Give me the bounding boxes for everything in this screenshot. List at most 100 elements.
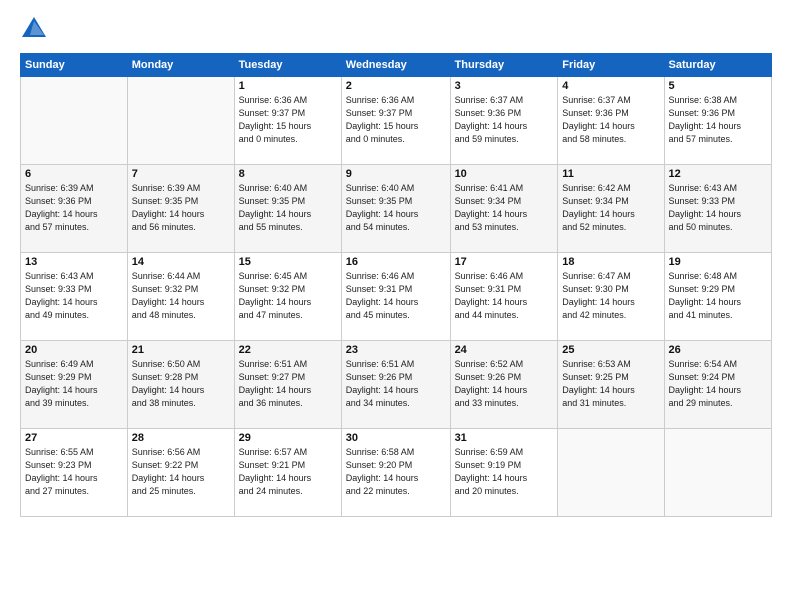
calendar-cell: 26 Sunrise: 6:54 AM Sunset: 9:24 PM Dayli… [664, 341, 771, 429]
calendar-cell: 21 Sunrise: 6:50 AM Sunset: 9:28 PM Dayli… [127, 341, 234, 429]
calendar-cell: 28 Sunrise: 6:56 AM Sunset: 9:22 PM Dayli… [127, 429, 234, 517]
calendar-cell: 8 Sunrise: 6:40 AM Sunset: 9:35 PM Daylig… [234, 165, 341, 253]
weekday-header-row: SundayMondayTuesdayWednesdayThursdayFrid… [21, 54, 772, 77]
day-number: 24 [455, 344, 554, 356]
day-info: Sunrise: 6:59 AM Sunset: 9:19 PM Dayligh… [455, 446, 554, 498]
day-info: Sunrise: 6:46 AM Sunset: 9:31 PM Dayligh… [346, 270, 446, 322]
calendar-cell: 30Sunrise: 6:58 AM Sunset: 9:20 PM Dayli… [341, 429, 450, 517]
day-info: Sunrise: 6:36 AM Sunset: 9:37 PM Dayligh… [239, 94, 337, 146]
day-number: 15 [239, 256, 337, 268]
calendar-week-row: 27 Sunrise: 6:55 AM Sunset: 9:23 PM Dayli… [21, 429, 772, 517]
day-number: 4 [562, 80, 659, 92]
calendar-cell: 1 Sunrise: 6:36 AM Sunset: 9:37 PM Daylig… [234, 77, 341, 165]
day-info: Sunrise: 6:45 AM Sunset: 9:32 PM Dayligh… [239, 270, 337, 322]
day-info: Sunrise: 6:36 AM Sunset: 9:37 PM Dayligh… [346, 94, 446, 146]
day-number: 14 [132, 256, 230, 268]
day-number: 6 [25, 168, 123, 180]
day-info: Sunrise: 6:54 AM Sunset: 9:24 PM Dayligh… [669, 358, 767, 410]
day-info: Sunrise: 6:48 AM Sunset: 9:29 PM Dayligh… [669, 270, 767, 322]
day-number: 31 [455, 432, 554, 444]
calendar-cell: 3Sunrise: 6:37 AM Sunset: 9:36 PM Daylig… [450, 77, 558, 165]
day-number: 26 [669, 344, 767, 356]
day-number: 29 [239, 432, 337, 444]
day-info: Sunrise: 6:39 AM Sunset: 9:36 PM Dayligh… [25, 182, 123, 234]
calendar-week-row: 1 Sunrise: 6:36 AM Sunset: 9:37 PM Daylig… [21, 77, 772, 165]
day-info: Sunrise: 6:43 AM Sunset: 9:33 PM Dayligh… [669, 182, 767, 234]
calendar-week-row: 13 Sunrise: 6:43 AM Sunset: 9:33 PM Dayli… [21, 253, 772, 341]
day-number: 16 [346, 256, 446, 268]
calendar-cell: 17Sunrise: 6:46 AM Sunset: 9:31 PM Dayli… [450, 253, 558, 341]
day-info: Sunrise: 6:51 AM Sunset: 9:26 PM Dayligh… [346, 358, 446, 410]
calendar-cell: 23 Sunrise: 6:51 AM Sunset: 9:26 PM Dayli… [341, 341, 450, 429]
day-info: Sunrise: 6:56 AM Sunset: 9:22 PM Dayligh… [132, 446, 230, 498]
logo-icon [20, 15, 48, 43]
calendar-cell: 9 Sunrise: 6:40 AM Sunset: 9:35 PM Daylig… [341, 165, 450, 253]
day-number: 23 [346, 344, 446, 356]
day-info: Sunrise: 6:42 AM Sunset: 9:34 PM Dayligh… [562, 182, 659, 234]
day-number: 13 [25, 256, 123, 268]
logo [20, 15, 52, 43]
weekday-header-friday: Friday [558, 54, 664, 77]
day-number: 28 [132, 432, 230, 444]
day-number: 20 [25, 344, 123, 356]
calendar-page: SundayMondayTuesdayWednesdayThursdayFrid… [0, 0, 792, 612]
day-number: 10 [455, 168, 554, 180]
day-info: Sunrise: 6:44 AM Sunset: 9:32 PM Dayligh… [132, 270, 230, 322]
day-number: 9 [346, 168, 446, 180]
day-number: 7 [132, 168, 230, 180]
day-number: 22 [239, 344, 337, 356]
day-info: Sunrise: 6:43 AM Sunset: 9:33 PM Dayligh… [25, 270, 123, 322]
day-number: 30 [346, 432, 446, 444]
calendar-cell: 4Sunrise: 6:37 AM Sunset: 9:36 PM Daylig… [558, 77, 664, 165]
calendar-cell: 20 Sunrise: 6:49 AM Sunset: 9:29 PM Dayli… [21, 341, 128, 429]
calendar-cell: 25 Sunrise: 6:53 AM Sunset: 9:25 PM Dayli… [558, 341, 664, 429]
day-number: 2 [346, 80, 446, 92]
day-number: 25 [562, 344, 659, 356]
day-info: Sunrise: 6:50 AM Sunset: 9:28 PM Dayligh… [132, 358, 230, 410]
day-number: 3 [455, 80, 554, 92]
calendar-cell: 16 Sunrise: 6:46 AM Sunset: 9:31 PM Dayli… [341, 253, 450, 341]
weekday-header-sunday: Sunday [21, 54, 128, 77]
calendar-cell: 19Sunrise: 6:48 AM Sunset: 9:29 PM Dayli… [664, 253, 771, 341]
day-info: Sunrise: 6:55 AM Sunset: 9:23 PM Dayligh… [25, 446, 123, 498]
calendar-cell: 11 Sunrise: 6:42 AM Sunset: 9:34 PM Dayli… [558, 165, 664, 253]
day-number: 21 [132, 344, 230, 356]
weekday-header-monday: Monday [127, 54, 234, 77]
day-number: 27 [25, 432, 123, 444]
day-info: Sunrise: 6:57 AM Sunset: 9:21 PM Dayligh… [239, 446, 337, 498]
day-number: 1 [239, 80, 337, 92]
day-number: 8 [239, 168, 337, 180]
day-info: Sunrise: 6:40 AM Sunset: 9:35 PM Dayligh… [346, 182, 446, 234]
day-number: 11 [562, 168, 659, 180]
weekday-header-tuesday: Tuesday [234, 54, 341, 77]
calendar-cell: 13 Sunrise: 6:43 AM Sunset: 9:33 PM Dayli… [21, 253, 128, 341]
day-info: Sunrise: 6:49 AM Sunset: 9:29 PM Dayligh… [25, 358, 123, 410]
day-number: 5 [669, 80, 767, 92]
calendar-cell: 27 Sunrise: 6:55 AM Sunset: 9:23 PM Dayli… [21, 429, 128, 517]
calendar-cell: 24 Sunrise: 6:52 AM Sunset: 9:26 PM Dayli… [450, 341, 558, 429]
calendar-cell: 2 Sunrise: 6:36 AM Sunset: 9:37 PM Daylig… [341, 77, 450, 165]
weekday-header-thursday: Thursday [450, 54, 558, 77]
day-info: Sunrise: 6:52 AM Sunset: 9:26 PM Dayligh… [455, 358, 554, 410]
day-info: Sunrise: 6:40 AM Sunset: 9:35 PM Dayligh… [239, 182, 337, 234]
calendar-cell: 12 Sunrise: 6:43 AM Sunset: 9:33 PM Dayli… [664, 165, 771, 253]
calendar-cell: 31 Sunrise: 6:59 AM Sunset: 9:19 PM Dayli… [450, 429, 558, 517]
day-info: Sunrise: 6:38 AM Sunset: 9:36 PM Dayligh… [669, 94, 767, 146]
day-info: Sunrise: 6:39 AM Sunset: 9:35 PM Dayligh… [132, 182, 230, 234]
day-info: Sunrise: 6:51 AM Sunset: 9:27 PM Dayligh… [239, 358, 337, 410]
calendar-cell [664, 429, 771, 517]
day-number: 12 [669, 168, 767, 180]
day-info: Sunrise: 6:53 AM Sunset: 9:25 PM Dayligh… [562, 358, 659, 410]
calendar-cell: 10Sunrise: 6:41 AM Sunset: 9:34 PM Dayli… [450, 165, 558, 253]
calendar-table: SundayMondayTuesdayWednesdayThursdayFrid… [20, 53, 772, 517]
day-number: 18 [562, 256, 659, 268]
calendar-cell: 6 Sunrise: 6:39 AM Sunset: 9:36 PM Daylig… [21, 165, 128, 253]
calendar-cell [558, 429, 664, 517]
calendar-week-row: 6 Sunrise: 6:39 AM Sunset: 9:36 PM Daylig… [21, 165, 772, 253]
calendar-cell [127, 77, 234, 165]
weekday-header-wednesday: Wednesday [341, 54, 450, 77]
weekday-header-saturday: Saturday [664, 54, 771, 77]
calendar-cell: 7 Sunrise: 6:39 AM Sunset: 9:35 PM Daylig… [127, 165, 234, 253]
day-info: Sunrise: 6:46 AM Sunset: 9:31 PM Dayligh… [455, 270, 554, 322]
day-info: Sunrise: 6:47 AM Sunset: 9:30 PM Dayligh… [562, 270, 659, 322]
